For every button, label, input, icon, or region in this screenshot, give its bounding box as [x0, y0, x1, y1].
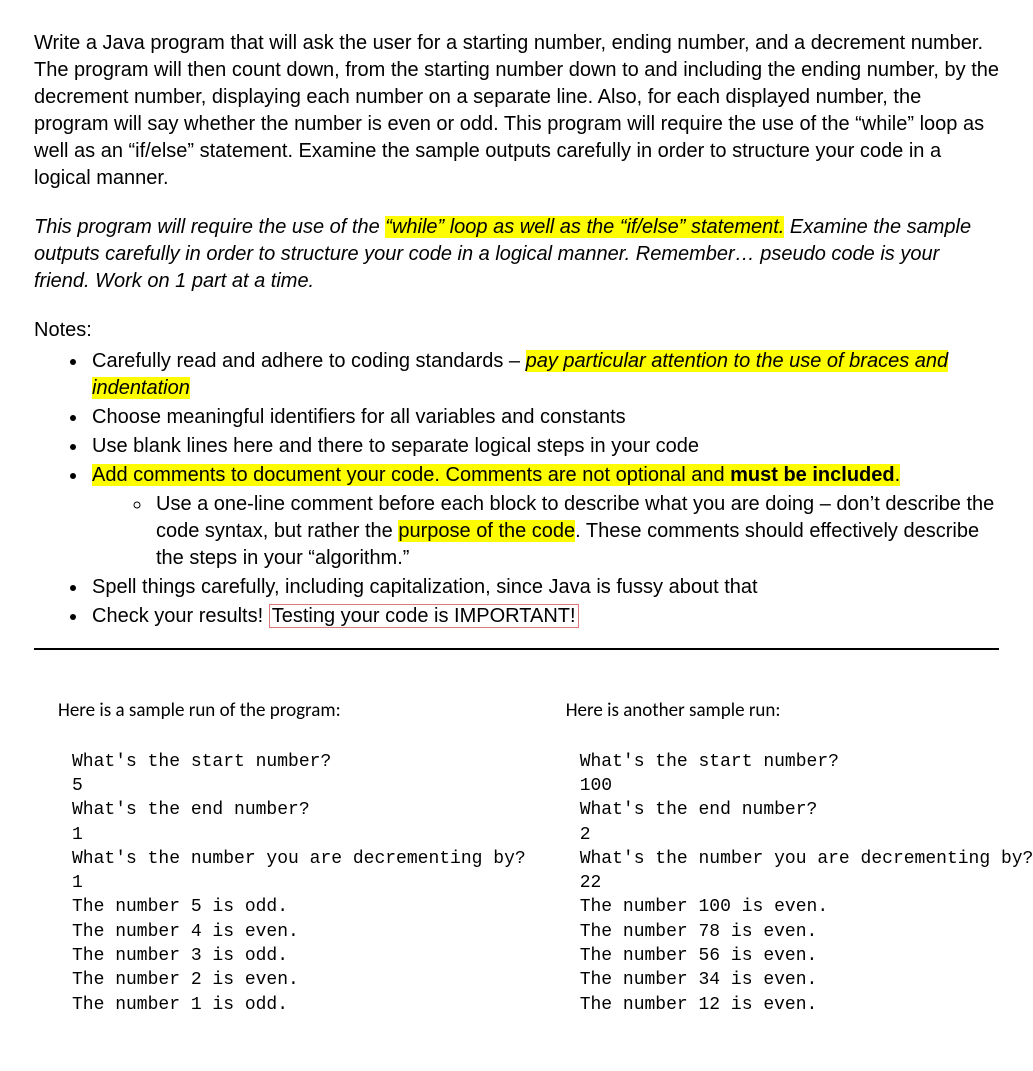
sample-column-2: Here is another sample run: What's the s… [566, 698, 1033, 1017]
sample-column-1: Here is a sample run of the program: Wha… [58, 698, 526, 1017]
note-text: Add comments to document your code. Comm… [92, 464, 730, 486]
sample1-title: Here is a sample run of the program: [58, 698, 526, 724]
italic-highlight: “while” loop as well as the “if/else” st… [385, 216, 784, 238]
note-highlight-comments: Add comments to document your code. Comm… [92, 464, 900, 486]
red-box-testing: Testing your code is IMPORTANT! [269, 604, 579, 628]
note-item-identifiers: Choose meaningful identifiers for all va… [88, 404, 999, 431]
sub-list: Use a one-line comment before each block… [92, 491, 999, 572]
section-divider [34, 648, 999, 650]
note-item-testing: Check your results! Testing your code is… [88, 603, 999, 630]
notes-heading: Notes: [34, 317, 999, 344]
note-bold-must: must be included [730, 464, 894, 486]
sub-highlight-purpose: purpose of the code [398, 520, 575, 542]
intro-paragraph: Write a Java program that will ask the u… [34, 30, 999, 192]
italic-requirements: This program will require the use of the… [34, 214, 999, 295]
note-text: Carefully read and adhere to coding stan… [92, 350, 526, 372]
note-text: Check your results! [92, 605, 269, 627]
note-item-standards: Carefully read and adhere to coding stan… [88, 348, 999, 402]
italic-pre: This program will require the use of the [34, 216, 385, 238]
sample1-output: What's the start number? 5 What's the en… [58, 750, 526, 1017]
samples-row: Here is a sample run of the program: Wha… [34, 698, 999, 1017]
note-item-blank-lines: Use blank lines here and there to separa… [88, 433, 999, 460]
sample2-title: Here is another sample run: [566, 698, 1033, 724]
note-item-spelling: Spell things carefully, including capita… [88, 574, 999, 601]
notes-list: Carefully read and adhere to coding stan… [34, 348, 999, 630]
note-text-end: . [895, 464, 901, 486]
note-item-comments: Add comments to document your code. Comm… [88, 462, 999, 572]
sample2-output: What's the start number? 100 What's the … [566, 750, 1033, 1017]
sub-item-purpose: Use a one-line comment before each block… [152, 491, 999, 572]
